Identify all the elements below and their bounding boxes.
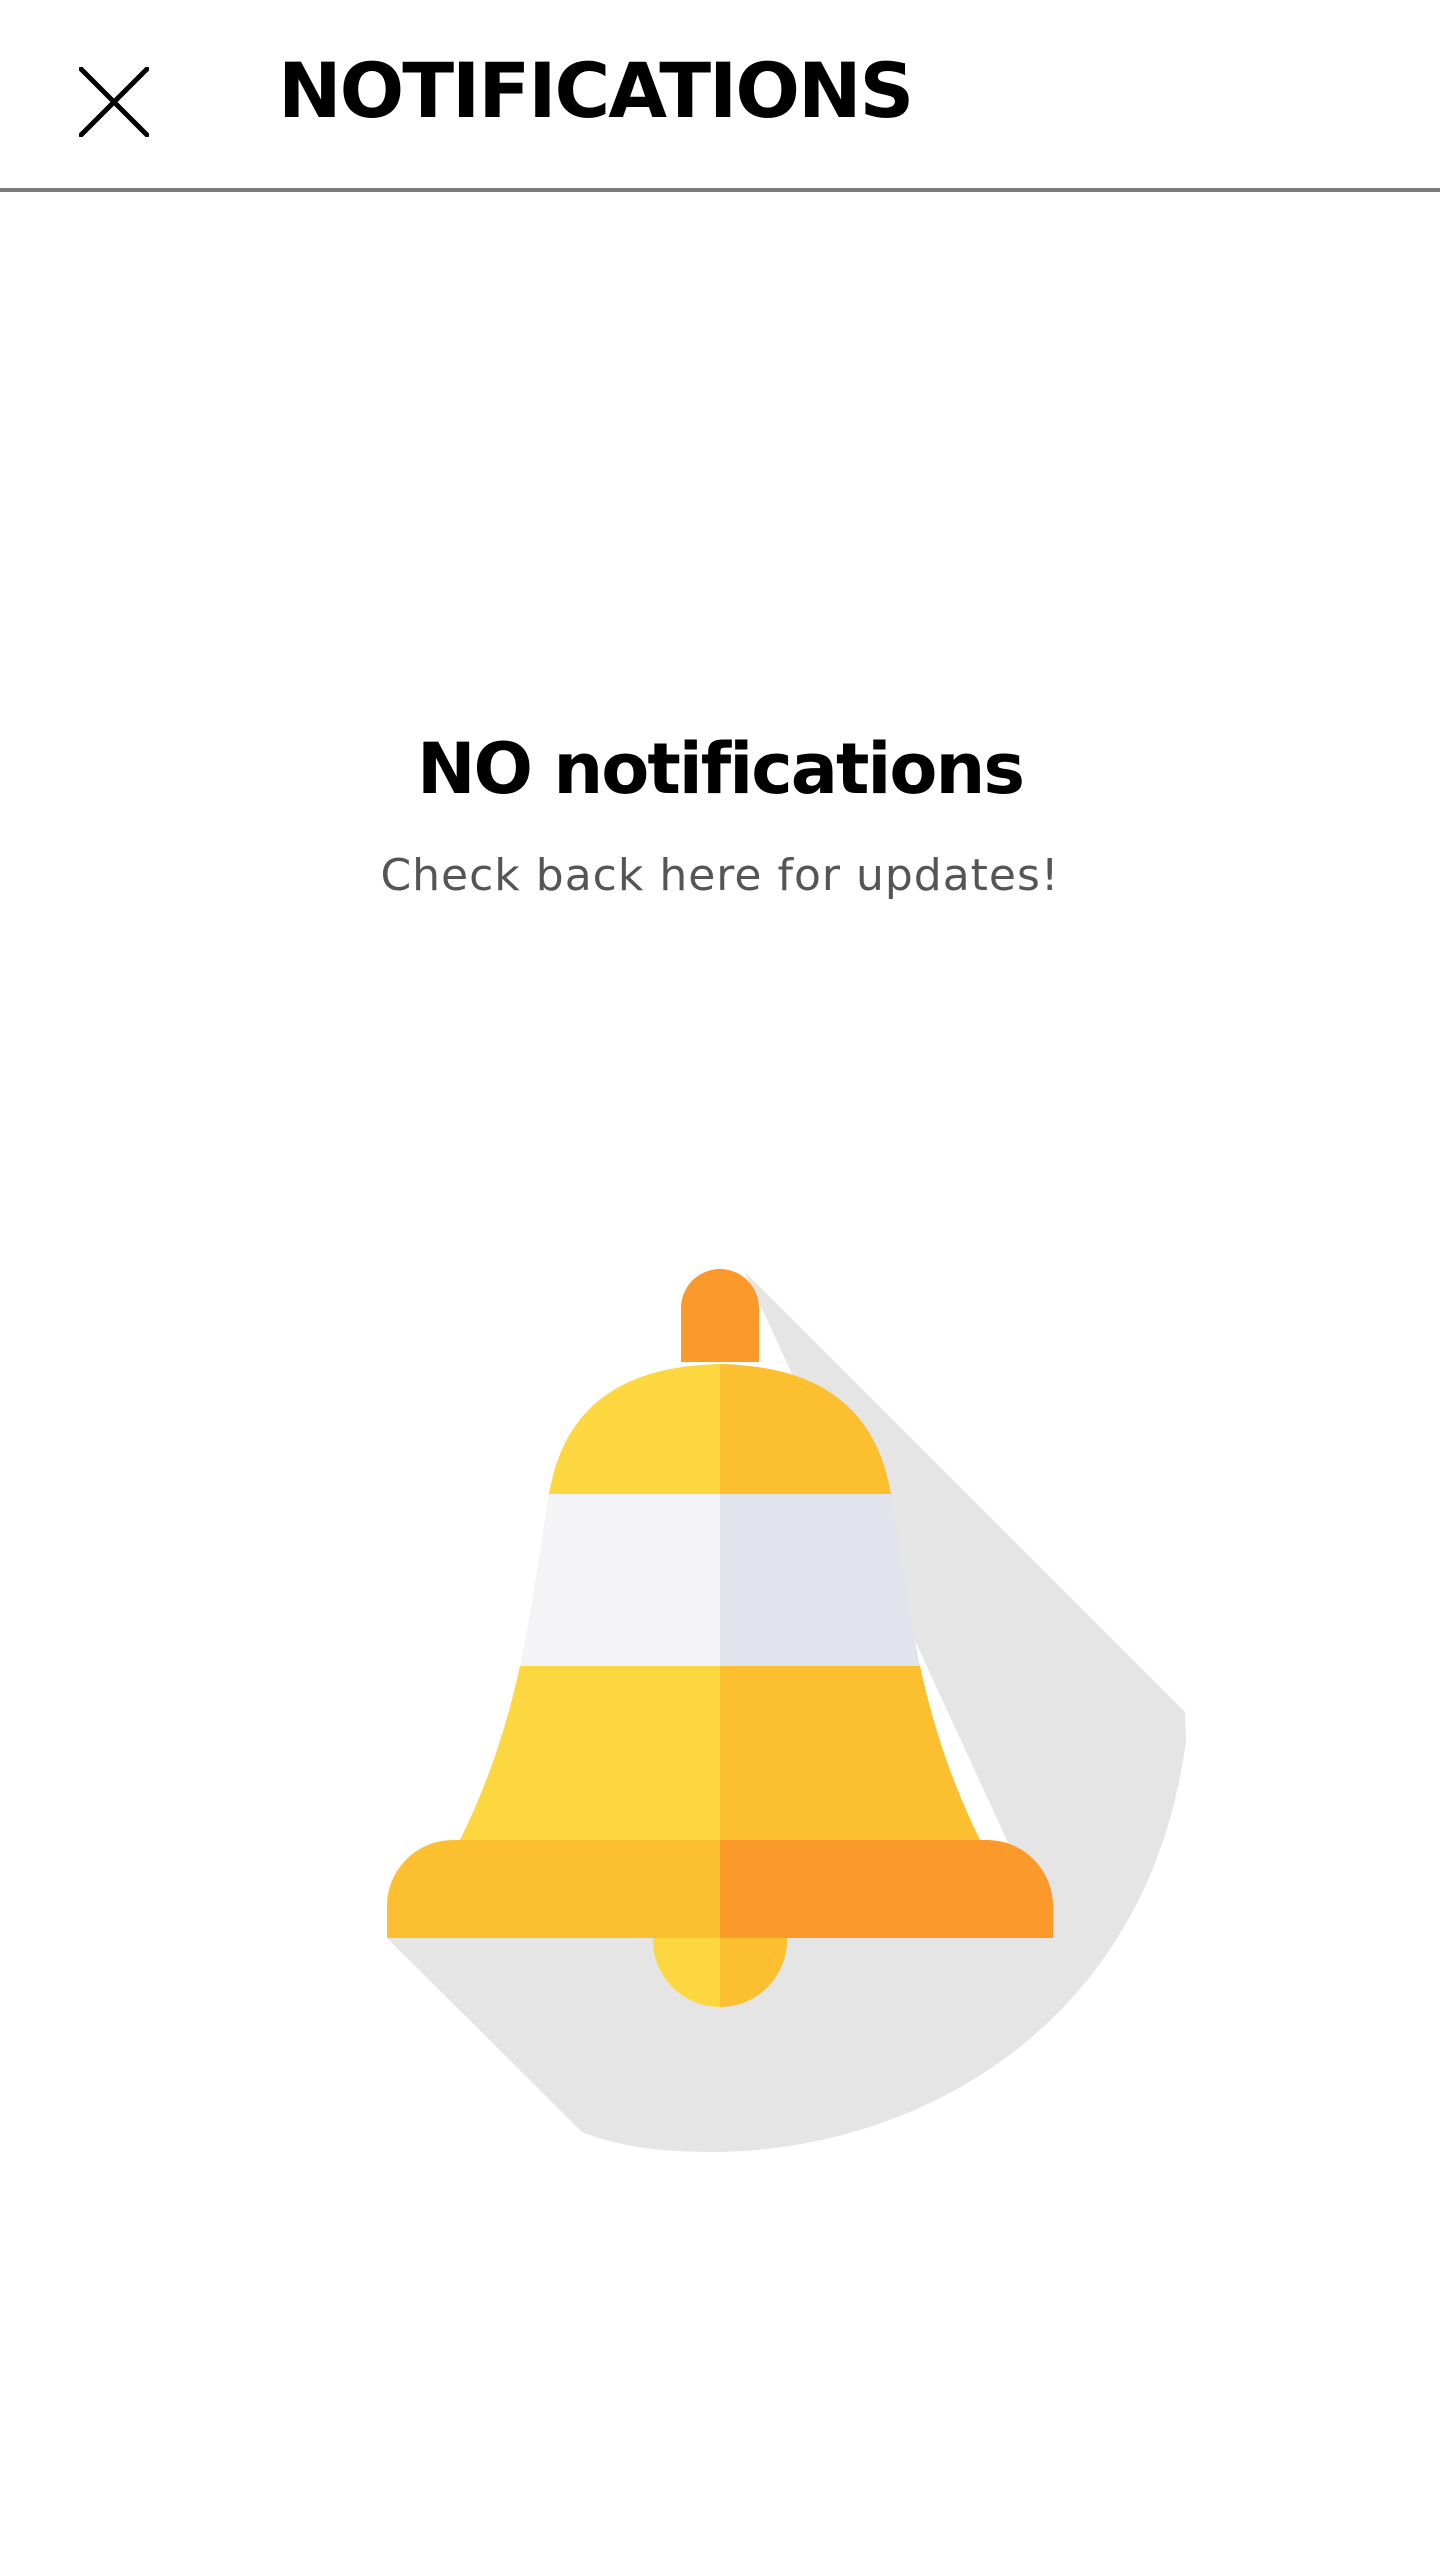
empty-state-title: NO notifications — [416, 728, 1025, 810]
empty-state-illustration — [0, 1200, 1440, 2200]
bell-icon — [387, 1269, 1186, 2152]
bell-dome-left — [549, 1364, 720, 1494]
bell-band-right — [720, 1494, 920, 1666]
empty-state-subtitle: Check back here for updates! — [380, 850, 1060, 901]
page-title: NOTIFICATIONS — [278, 45, 914, 135]
bell-band-left — [520, 1494, 720, 1666]
bell-knob — [681, 1269, 759, 1362]
bell-rim-right — [720, 1840, 1053, 1938]
notifications-screen: NOTIFICATIONS NO notifications Check bac… — [0, 0, 1440, 2560]
bell-rim-left — [387, 1840, 720, 1938]
close-icon — [79, 67, 149, 137]
bell-body-left — [460, 1666, 720, 1840]
close-button[interactable] — [62, 50, 166, 154]
top-app-bar: NOTIFICATIONS — [0, 0, 1440, 192]
bell-dome-right — [720, 1364, 891, 1494]
